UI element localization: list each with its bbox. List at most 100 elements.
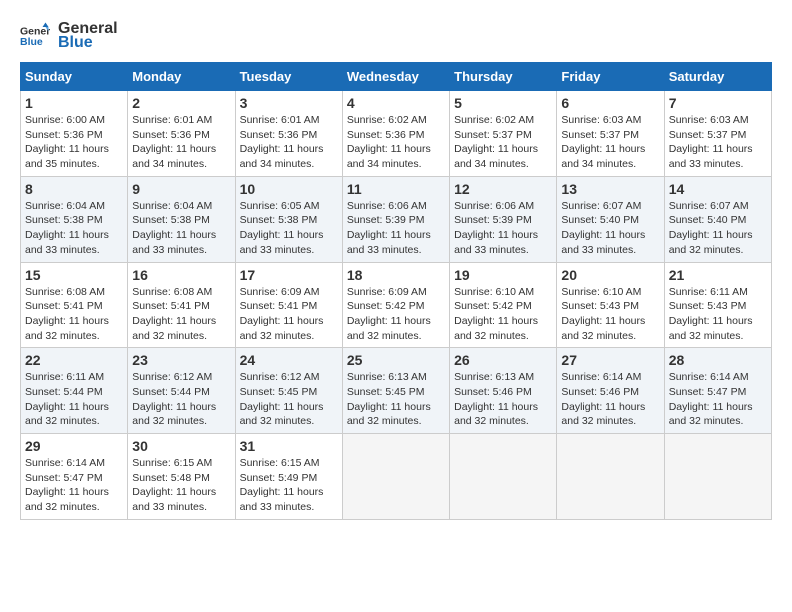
calendar-cell: 1 Sunrise: 6:00 AM Sunset: 5:36 PM Daylig… xyxy=(21,91,128,177)
calendar-cell: 30 Sunrise: 6:15 AM Sunset: 5:48 PM Dayli… xyxy=(128,434,235,520)
calendar-cell xyxy=(664,434,771,520)
calendar-cell: 10Sunrise: 6:05 AM Sunset: 5:38 PM Dayli… xyxy=(235,176,342,262)
day-info: Sunrise: 6:14 AM Sunset: 5:46 PM Dayligh… xyxy=(561,370,659,429)
day-number: 8 xyxy=(25,181,123,197)
day-info: Sunrise: 6:10 AM Sunset: 5:42 PM Dayligh… xyxy=(454,285,552,344)
calendar-cell: 29Sunrise: 6:14 AM Sunset: 5:47 PM Dayli… xyxy=(21,434,128,520)
day-info: Sunrise: 6:02 AM Sunset: 5:36 PM Dayligh… xyxy=(347,113,445,172)
day-number: 22 xyxy=(25,352,123,368)
calendar-cell xyxy=(557,434,664,520)
calendar-cell: 26 Sunrise: 6:13 AM Sunset: 5:46 PM Dayli… xyxy=(450,348,557,434)
day-info: Sunrise: 6:04 AM Sunset: 5:38 PM Dayligh… xyxy=(25,199,123,258)
day-info: Sunrise: 6:11 AM Sunset: 5:43 PM Dayligh… xyxy=(669,285,767,344)
day-info: Sunrise: 6:06 AM Sunset: 5:39 PM Dayligh… xyxy=(347,199,445,258)
logo: General Blue General Blue xyxy=(20,20,118,52)
day-number: 13 xyxy=(561,181,659,197)
header-sunday: Sunday xyxy=(21,63,128,91)
logo-icon: General Blue xyxy=(20,21,50,51)
day-info: Sunrise: 6:14 AM Sunset: 5:47 PM Dayligh… xyxy=(669,370,767,429)
day-info: Sunrise: 6:13 AM Sunset: 5:46 PM Dayligh… xyxy=(454,370,552,429)
day-number: 18 xyxy=(347,267,445,283)
calendar-cell: 12Sunrise: 6:06 AM Sunset: 5:39 PM Dayli… xyxy=(450,176,557,262)
day-number: 1 xyxy=(25,95,123,111)
calendar-cell: 16 Sunrise: 6:08 AM Sunset: 5:41 PM Dayli… xyxy=(128,262,235,348)
day-number: 14 xyxy=(669,181,767,197)
day-info: Sunrise: 6:15 AM Sunset: 5:48 PM Dayligh… xyxy=(132,456,230,515)
day-number: 21 xyxy=(669,267,767,283)
day-info: Sunrise: 6:14 AM Sunset: 5:47 PM Dayligh… xyxy=(25,456,123,515)
header-tuesday: Tuesday xyxy=(235,63,342,91)
day-info: Sunrise: 6:08 AM Sunset: 5:41 PM Dayligh… xyxy=(25,285,123,344)
day-number: 30 xyxy=(132,438,230,454)
day-info: Sunrise: 6:01 AM Sunset: 5:36 PM Dayligh… xyxy=(240,113,338,172)
calendar-table: SundayMondayTuesdayWednesdayThursdayFrid… xyxy=(20,62,772,520)
day-info: Sunrise: 6:04 AM Sunset: 5:38 PM Dayligh… xyxy=(132,199,230,258)
day-info: Sunrise: 6:09 AM Sunset: 5:42 PM Dayligh… xyxy=(347,285,445,344)
calendar-week-3: 15 Sunrise: 6:08 AM Sunset: 5:41 PM Dayli… xyxy=(21,262,772,348)
day-number: 19 xyxy=(454,267,552,283)
day-info: Sunrise: 6:11 AM Sunset: 5:44 PM Dayligh… xyxy=(25,370,123,429)
day-info: Sunrise: 6:03 AM Sunset: 5:37 PM Dayligh… xyxy=(669,113,767,172)
calendar-cell: 20 Sunrise: 6:10 AM Sunset: 5:43 PM Dayli… xyxy=(557,262,664,348)
day-info: Sunrise: 6:12 AM Sunset: 5:44 PM Dayligh… xyxy=(132,370,230,429)
calendar-week-4: 22 Sunrise: 6:11 AM Sunset: 5:44 PM Dayli… xyxy=(21,348,772,434)
day-info: Sunrise: 6:12 AM Sunset: 5:45 PM Dayligh… xyxy=(240,370,338,429)
day-info: Sunrise: 6:07 AM Sunset: 5:40 PM Dayligh… xyxy=(561,199,659,258)
header-monday: Monday xyxy=(128,63,235,91)
calendar-cell: 25 Sunrise: 6:13 AM Sunset: 5:45 PM Dayli… xyxy=(342,348,449,434)
day-number: 3 xyxy=(240,95,338,111)
day-info: Sunrise: 6:08 AM Sunset: 5:41 PM Dayligh… xyxy=(132,285,230,344)
day-number: 17 xyxy=(240,267,338,283)
calendar-cell: 22 Sunrise: 6:11 AM Sunset: 5:44 PM Dayli… xyxy=(21,348,128,434)
calendar-cell: 8 Sunrise: 6:04 AM Sunset: 5:38 PM Daylig… xyxy=(21,176,128,262)
day-number: 16 xyxy=(132,267,230,283)
day-info: Sunrise: 6:13 AM Sunset: 5:45 PM Dayligh… xyxy=(347,370,445,429)
calendar-week-2: 8 Sunrise: 6:04 AM Sunset: 5:38 PM Daylig… xyxy=(21,176,772,262)
calendar-cell: 28 Sunrise: 6:14 AM Sunset: 5:47 PM Dayli… xyxy=(664,348,771,434)
day-number: 5 xyxy=(454,95,552,111)
calendar-cell: 13 Sunrise: 6:07 AM Sunset: 5:40 PM Dayli… xyxy=(557,176,664,262)
calendar-cell: 5 Sunrise: 6:02 AM Sunset: 5:37 PM Daylig… xyxy=(450,91,557,177)
calendar-cell: 18 Sunrise: 6:09 AM Sunset: 5:42 PM Dayli… xyxy=(342,262,449,348)
day-info: Sunrise: 6:00 AM Sunset: 5:36 PM Dayligh… xyxy=(25,113,123,172)
header-friday: Friday xyxy=(557,63,664,91)
calendar-cell: 27 Sunrise: 6:14 AM Sunset: 5:46 PM Dayli… xyxy=(557,348,664,434)
calendar-cell: 11 Sunrise: 6:06 AM Sunset: 5:39 PM Dayli… xyxy=(342,176,449,262)
day-number: 24 xyxy=(240,352,338,368)
calendar-cell: 2 Sunrise: 6:01 AM Sunset: 5:36 PM Daylig… xyxy=(128,91,235,177)
calendar-cell: 21 Sunrise: 6:11 AM Sunset: 5:43 PM Dayli… xyxy=(664,262,771,348)
day-number: 27 xyxy=(561,352,659,368)
day-number: 2 xyxy=(132,95,230,111)
calendar-cell: 7Sunrise: 6:03 AM Sunset: 5:37 PM Daylig… xyxy=(664,91,771,177)
day-number: 4 xyxy=(347,95,445,111)
day-info: Sunrise: 6:02 AM Sunset: 5:37 PM Dayligh… xyxy=(454,113,552,172)
calendar-cell: 17 Sunrise: 6:09 AM Sunset: 5:41 PM Dayli… xyxy=(235,262,342,348)
day-number: 9 xyxy=(132,181,230,197)
day-info: Sunrise: 6:01 AM Sunset: 5:36 PM Dayligh… xyxy=(132,113,230,172)
calendar-cell xyxy=(342,434,449,520)
day-info: Sunrise: 6:06 AM Sunset: 5:39 PM Dayligh… xyxy=(454,199,552,258)
calendar-cell: 6Sunrise: 6:03 AM Sunset: 5:37 PM Daylig… xyxy=(557,91,664,177)
calendar-cell: 23Sunrise: 6:12 AM Sunset: 5:44 PM Dayli… xyxy=(128,348,235,434)
day-number: 26 xyxy=(454,352,552,368)
day-number: 15 xyxy=(25,267,123,283)
calendar-header-row: SundayMondayTuesdayWednesdayThursdayFrid… xyxy=(21,63,772,91)
day-number: 28 xyxy=(669,352,767,368)
day-number: 20 xyxy=(561,267,659,283)
day-info: Sunrise: 6:15 AM Sunset: 5:49 PM Dayligh… xyxy=(240,456,338,515)
page-header: General Blue General Blue xyxy=(20,20,772,52)
day-number: 11 xyxy=(347,181,445,197)
header-wednesday: Wednesday xyxy=(342,63,449,91)
day-info: Sunrise: 6:09 AM Sunset: 5:41 PM Dayligh… xyxy=(240,285,338,344)
day-info: Sunrise: 6:07 AM Sunset: 5:40 PM Dayligh… xyxy=(669,199,767,258)
calendar-cell: 14 Sunrise: 6:07 AM Sunset: 5:40 PM Dayli… xyxy=(664,176,771,262)
calendar-week-1: 1 Sunrise: 6:00 AM Sunset: 5:36 PM Daylig… xyxy=(21,91,772,177)
calendar-cell: 3 Sunrise: 6:01 AM Sunset: 5:36 PM Daylig… xyxy=(235,91,342,177)
day-number: 25 xyxy=(347,352,445,368)
calendar-cell: 31 Sunrise: 6:15 AM Sunset: 5:49 PM Dayli… xyxy=(235,434,342,520)
calendar-cell: 19 Sunrise: 6:10 AM Sunset: 5:42 PM Dayli… xyxy=(450,262,557,348)
day-number: 10 xyxy=(240,181,338,197)
calendar-cell: 4 Sunrise: 6:02 AM Sunset: 5:36 PM Daylig… xyxy=(342,91,449,177)
day-number: 31 xyxy=(240,438,338,454)
day-info: Sunrise: 6:10 AM Sunset: 5:43 PM Dayligh… xyxy=(561,285,659,344)
